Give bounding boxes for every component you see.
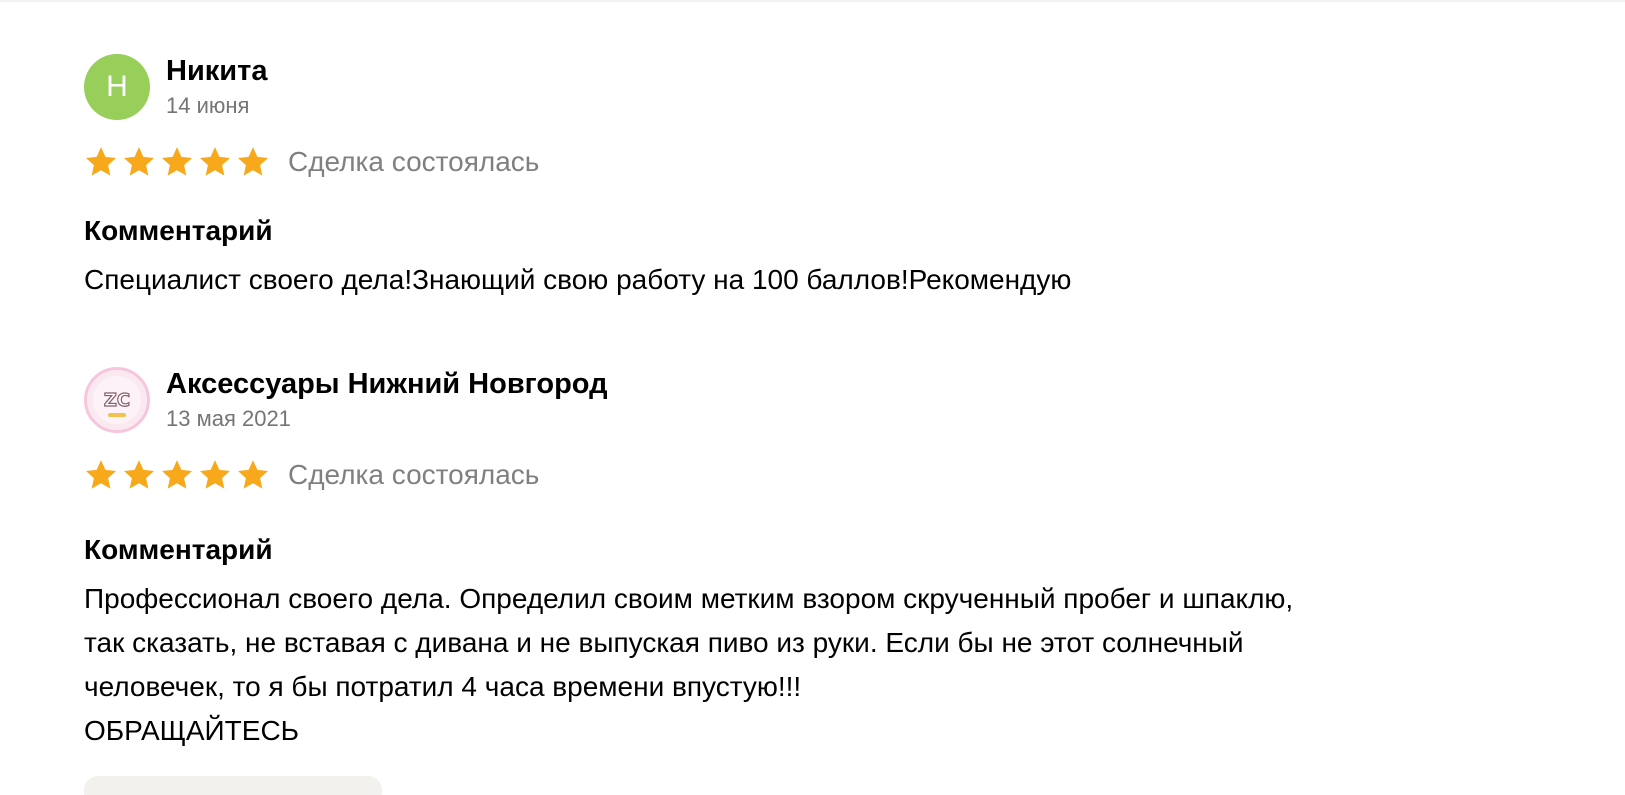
rating-row: Сделка состоялась (84, 455, 1604, 495)
review-card: ZC Аксессуары Нижний Новгород 13 мая 202… (84, 367, 1604, 753)
show-more-button[interactable] (84, 776, 382, 795)
star-icon (199, 460, 231, 489)
shop-logo-text: ZC (104, 390, 130, 411)
reviews-page: Н Никита 14 июня Сделка состоялась Комме… (0, 0, 1625, 795)
rating-stars (84, 458, 274, 492)
star-icon (161, 147, 193, 176)
star-icon (237, 460, 269, 489)
author-info: Никита 14 июня (166, 54, 267, 120)
star-icon (85, 147, 117, 176)
star-icon (237, 147, 269, 176)
avatar[interactable]: Н (84, 54, 150, 120)
top-divider (0, 0, 1625, 2)
comment-heading: Комментарий (84, 534, 273, 565)
comment-heading: Комментарий (84, 215, 273, 246)
author-name[interactable]: Никита (166, 54, 267, 88)
review-date: 14 июня (166, 93, 250, 118)
comment-text: Профессионал своего дела. Определил свои… (84, 583, 1294, 746)
deal-status: Сделка состоялась (288, 146, 540, 177)
review-card: Н Никита 14 июня Сделка состоялась Комме… (84, 54, 1604, 302)
star-icon (123, 460, 155, 489)
star-icon (161, 460, 193, 489)
deal-status: Сделка состоялась (288, 459, 540, 490)
rating-row: Сделка состоялась (84, 142, 1604, 182)
avatar[interactable]: ZC (84, 367, 150, 433)
rating-stars (84, 145, 274, 179)
shop-logo-icon: ZC (93, 376, 141, 424)
star-icon (85, 460, 117, 489)
star-icon (199, 147, 231, 176)
review-author-row: ZC Аксессуары Нижний Новгород 13 мая 202… (84, 367, 1604, 433)
comment-text: Специалист своего дела!Знающий свою рабо… (84, 264, 1072, 295)
avatar-letter: Н (106, 70, 128, 103)
author-name[interactable]: Аксессуары Нижний Новгород (166, 367, 608, 401)
author-info: Аксессуары Нижний Новгород 13 мая 2021 (166, 367, 608, 433)
star-icon (123, 147, 155, 176)
review-author-row: Н Никита 14 июня (84, 54, 1604, 120)
review-date: 13 мая 2021 (166, 406, 291, 431)
